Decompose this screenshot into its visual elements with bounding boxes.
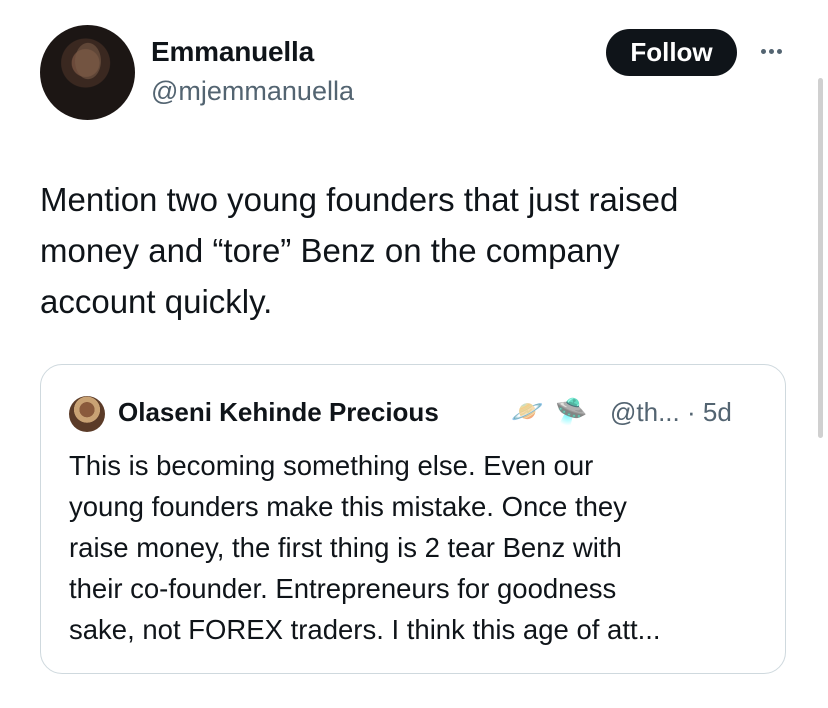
- quoted-tweet-card[interactable]: Olaseni Kehinde Precious 🪐 🛸 @th... · 5d…: [40, 364, 786, 674]
- planet-emoji-icon: 🪐: [511, 396, 544, 426]
- follow-button[interactable]: Follow: [606, 29, 737, 76]
- quoted-handle-and-time: @th... · 5d: [610, 397, 732, 427]
- quoted-author-name: Olaseni Kehinde Precious: [118, 397, 439, 427]
- scrollbar[interactable]: [818, 78, 823, 438]
- quoted-tweet-text: This is becoming something else. Even ou…: [69, 450, 661, 645]
- tweet-text: Mention two young founders that just rai…: [40, 181, 679, 320]
- more-options-icon[interactable]: [754, 36, 788, 66]
- quoted-author-avatar: [69, 396, 105, 432]
- author-handle[interactable]: @mjemmanuella: [151, 76, 354, 107]
- ufo-emoji-icon: 🛸: [555, 396, 588, 426]
- author-name[interactable]: Emmanuella: [151, 36, 314, 68]
- author-avatar[interactable]: [40, 25, 135, 120]
